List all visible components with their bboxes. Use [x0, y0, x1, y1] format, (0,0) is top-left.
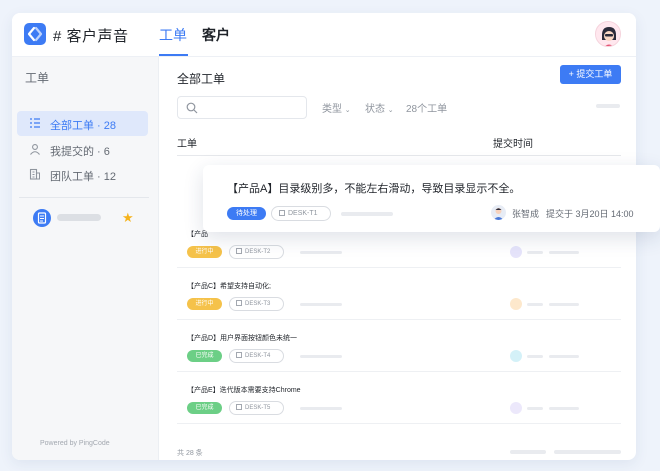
- status-badge: 进行中: [187, 298, 222, 310]
- status-badge: 已完成: [187, 350, 222, 362]
- app-title: # 客户声音: [53, 28, 129, 45]
- chevron-down-icon: ⌄: [387, 107, 394, 114]
- sidebar-item-label: 我提交的 · 6: [50, 146, 110, 158]
- status-badge: 进行中: [187, 246, 222, 258]
- chevron-down-icon: ⌄: [344, 107, 351, 114]
- ticket-code: DESK-T5: [229, 401, 284, 415]
- top-header: # 客户声音 工单 客户: [12, 13, 636, 57]
- row-title: 【产品D】用户界面按钮颜色未统一: [187, 335, 298, 342]
- avatar: [510, 350, 522, 362]
- sidebar-item-label: 团队工单 · 12: [50, 171, 117, 183]
- code-icon: [279, 210, 285, 216]
- tab-customers[interactable]: 客户: [202, 25, 230, 45]
- user-avatar[interactable]: [595, 21, 621, 47]
- pagination-total: 共 28 条: [177, 450, 203, 457]
- code-icon: [236, 248, 242, 254]
- filter-type-dropdown[interactable]: 类型 ⌄: [322, 100, 351, 115]
- column-header-ticket: 工单: [177, 139, 197, 150]
- table-row[interactable]: 【产品C】希望支持自动化; 进行中 DESK-T3: [177, 269, 621, 320]
- pagination-placeholder: [510, 450, 546, 454]
- avatar: [510, 298, 522, 310]
- sidebar-item-team-tickets[interactable]: 团队工单 · 12: [17, 162, 148, 187]
- sidebar-divider: [19, 197, 149, 198]
- row-placeholder: [549, 251, 579, 254]
- column-header-time: 提交时间: [493, 139, 533, 150]
- ticket-code: DESK-T4: [229, 349, 284, 363]
- ticket-code: DESK-T2: [229, 245, 284, 259]
- ticket-code: DESK-T3: [229, 297, 284, 311]
- main-panel: 全部工单 + 提交工单 类型 ⌄ 状态 ⌄ 28个工单 工单 提交时间 【产品 …: [160, 57, 636, 460]
- list-icon: [29, 117, 41, 129]
- powered-by-text: Powered by PingCode: [40, 440, 110, 447]
- ticket-code-text: DESK-T5: [245, 405, 271, 411]
- row-placeholder: [549, 355, 579, 358]
- document-icon[interactable]: [33, 209, 51, 227]
- sidebar-title: 工单: [25, 71, 50, 85]
- avatar: [510, 246, 522, 258]
- code-icon: [236, 352, 242, 358]
- row-placeholder: [527, 355, 543, 358]
- avatar: [510, 402, 522, 414]
- submit-ticket-button[interactable]: + 提交工单: [560, 65, 621, 84]
- search-icon: [186, 102, 198, 114]
- row-placeholder: [549, 407, 579, 410]
- ticket-count: 28个工单: [406, 104, 448, 115]
- row-title: 【产品E】迭代版本需要支持Chrome: [187, 387, 301, 394]
- ticket-detail-card[interactable]: 【产品A】目录级别多，不能左右滑动，导致目录显示不全。 待处理 DESK-T1 …: [203, 165, 660, 232]
- row-placeholder: [527, 251, 543, 254]
- card-title: 【产品A】目录级别多，不能左右滑动，导致目录显示不全。: [227, 183, 521, 195]
- header-divider: [177, 155, 621, 156]
- avatar: [491, 205, 506, 220]
- submitted-time: 提交于 3月20日 14:00: [546, 209, 634, 219]
- filter-status-label: 状态: [365, 104, 385, 115]
- row-placeholder: [300, 407, 342, 410]
- sidebar-item-label: 全部工单 · 28: [50, 120, 117, 132]
- space-name-placeholder: [57, 214, 101, 221]
- row-placeholder: [549, 303, 579, 306]
- table-row[interactable]: 【产品E】迭代版本需要支持Chrome 已完成 DESK-T5: [177, 373, 621, 424]
- table-row[interactable]: 【产品D】用户界面按钮颜色未统一 已完成 DESK-T4: [177, 321, 621, 372]
- row-placeholder: [527, 407, 543, 410]
- sidebar-item-all-tickets[interactable]: 全部工单 · 28: [17, 111, 148, 136]
- ticket-code-text: DESK-T2: [245, 249, 271, 255]
- filter-type-label: 类型: [322, 104, 342, 115]
- card-placeholder: [341, 212, 393, 216]
- ticket-code: DESK-T1: [271, 206, 331, 221]
- submitter-name: 张智成: [512, 209, 540, 219]
- code-icon: [236, 404, 242, 410]
- row-title: 【产品C】希望支持自动化;: [187, 283, 271, 290]
- code-icon: [236, 300, 242, 306]
- row-placeholder: [300, 251, 342, 254]
- app-window: # 客户声音 工单 客户 工单 全部工单 · 28 我提交的 · 6 团队工单 …: [12, 13, 636, 460]
- ticket-code-text: DESK-T3: [245, 301, 271, 307]
- status-badge: 已完成: [187, 402, 222, 414]
- building-icon: [29, 168, 41, 180]
- row-placeholder: [300, 355, 342, 358]
- page-title: 全部工单: [177, 72, 226, 86]
- row-placeholder: [300, 303, 342, 306]
- sidebar: 工单 全部工单 · 28 我提交的 · 6 团队工单 · 12 ★ Powere…: [12, 57, 159, 460]
- filter-status-dropdown[interactable]: 状态 ⌄: [365, 100, 394, 115]
- toolbar-placeholder: [596, 104, 620, 108]
- sidebar-item-my-submitted[interactable]: 我提交的 · 6: [17, 137, 148, 162]
- pagination-placeholder: [554, 450, 621, 454]
- user-icon: [29, 143, 41, 155]
- search-input[interactable]: [177, 96, 307, 119]
- star-icon[interactable]: ★: [122, 210, 134, 226]
- ticket-code-text: DESK-T4: [245, 353, 271, 359]
- active-tab-indicator: [159, 54, 188, 56]
- tab-tickets[interactable]: 工单: [159, 25, 187, 45]
- row-placeholder: [527, 303, 543, 306]
- status-badge: 待处理: [227, 207, 266, 220]
- ticket-code-text: DESK-T1: [288, 210, 318, 217]
- app-logo-icon: [24, 23, 46, 45]
